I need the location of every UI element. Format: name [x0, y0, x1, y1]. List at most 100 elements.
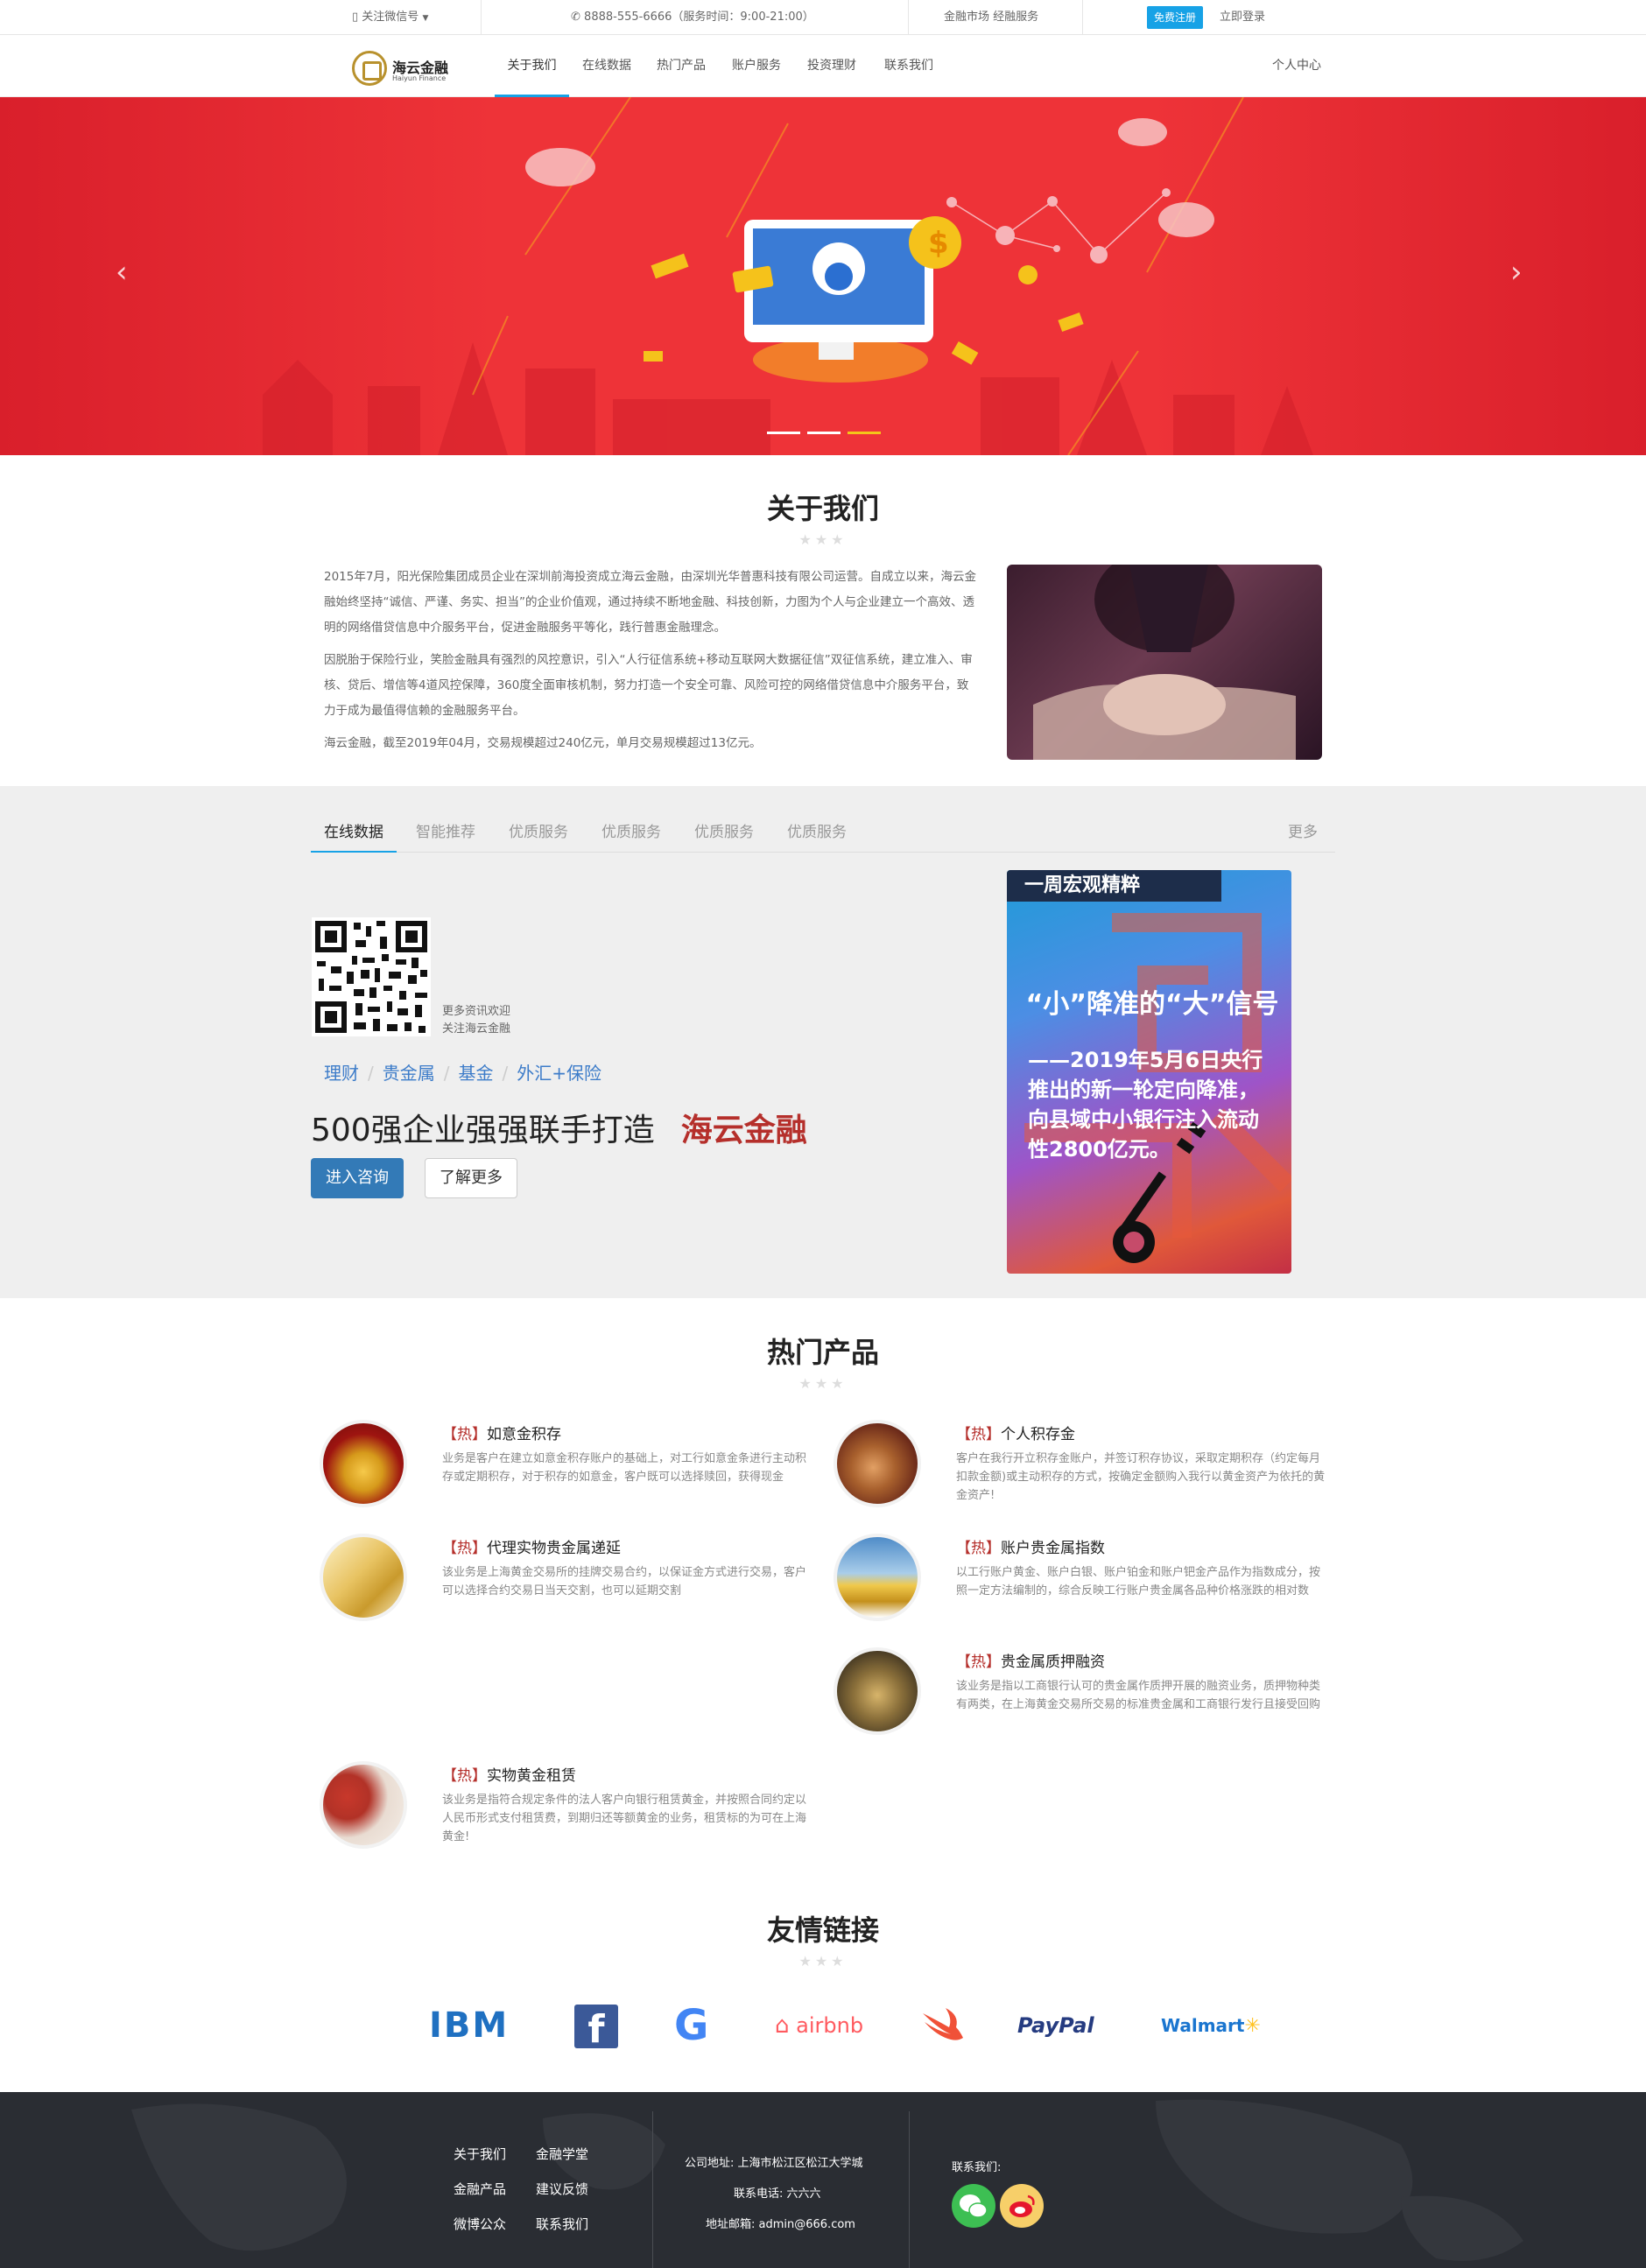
tab-service-2[interactable]: 优质服务: [601, 812, 661, 853]
product-title: 账户贵金属指数: [1001, 1540, 1105, 1557]
hot-label: 【热】: [956, 1426, 1001, 1443]
coin-stacks-thumb: [834, 1534, 921, 1621]
phone-info: ✆ 8888-555-6666（服务时间：9:00-21:00）: [571, 0, 814, 35]
consult-button[interactable]: 进入咨询: [311, 1158, 404, 1198]
site-footer: 关于我们 金融学堂 金融产品 建议反馈 微博公众 联系我们 公司地址: 上海市松…: [0, 2092, 1646, 2268]
carousel-dot-2[interactable]: [807, 432, 841, 434]
slogan-brand: 海云金融: [680, 1113, 807, 1148]
user-center-link[interactable]: 个人中心: [1272, 35, 1321, 97]
walmart-logo[interactable]: Walmart✳: [1161, 2001, 1261, 2050]
tag-forex-insurance[interactable]: 外汇+保险: [517, 1063, 601, 1084]
tag-fund[interactable]: 基金: [459, 1063, 494, 1084]
partner-logos: IBM f G ⌂ airbnb PayPal Walmart✳: [429, 2001, 1261, 2052]
main-nav: 海云金融 Haiyun Finance 关于我们 在线数据 热门产品 账户服务 …: [0, 35, 1646, 97]
carousel-prev-button[interactable]: ‹: [116, 255, 128, 290]
category-tags: 理财 / 贵金属 / 基金 / 外汇+保险: [324, 1063, 602, 1084]
more-link[interactable]: 更多: [1288, 812, 1318, 853]
handshake-image: [1007, 565, 1322, 760]
phone-text: 8888-555-6666（服务时间：9:00-21:00）: [584, 11, 814, 24]
footer-contact-label: 联系我们:: [952, 2161, 1002, 2174]
product-item[interactable]: 【热】账户贵金属指数 以工行账户黄金、账户白银、账户铂金和账户钯金产品作为指数成…: [834, 1534, 1350, 1630]
tag-precious-metal[interactable]: 贵金属: [383, 1063, 435, 1084]
brand-logo[interactable]: 海云金融 Haiyun Finance: [352, 51, 448, 86]
carousel-next-button[interactable]: ›: [1510, 255, 1523, 290]
nav-item-products[interactable]: 热门产品: [657, 35, 706, 97]
slogan: 500强企业强强联手打造 海云金融: [311, 1105, 807, 1150]
product-desc: 该业务是指以工商银行认可的贵金属作质押开展的融资业务，质押物种类有两类，在上海黄…: [956, 1680, 1321, 1711]
product-item[interactable]: 【热】实物黄金租赁 该业务是指符合规定条件的法人客户向银行租赁黄金，并按照合同约…: [320, 1761, 836, 1857]
facebook-logo[interactable]: f: [574, 2005, 618, 2052]
product-name: 【热】个人积存金: [956, 1422, 1075, 1443]
learn-more-button[interactable]: 了解更多: [425, 1158, 517, 1198]
follow-wechat[interactable]: ▯ 关注微信号 ▼: [352, 0, 428, 35]
chevron-left-icon: ‹: [116, 255, 128, 290]
products-stars: ★★★: [798, 1375, 848, 1392]
product-title: 实物黄金租赁: [487, 1767, 576, 1785]
product-name: 【热】实物黄金租赁: [442, 1763, 576, 1785]
poster-quote: “小”降准的“大”信号: [1025, 989, 1279, 1020]
footer-link-products[interactable]: 金融产品: [454, 2180, 506, 2198]
product-name: 【热】如意金积存: [442, 1422, 561, 1443]
login-link[interactable]: 立即登录: [1220, 0, 1265, 35]
market-link[interactable]: 金融市场 经融服务: [944, 0, 1038, 35]
tab-online-data[interactable]: 在线数据: [311, 812, 397, 853]
hero-illustration: $: [263, 97, 1313, 455]
product-desc: 该业务是上海黄金交易所的挂牌交易合约，以保证金方式进行交易，客户可以选择合约交易…: [442, 1566, 807, 1597]
logo-icon: [352, 51, 387, 86]
piggy-bank-thumb: [834, 1420, 921, 1507]
carousel-dot-1[interactable]: [767, 432, 800, 434]
about-stars: ★★★: [798, 531, 848, 548]
tab-service-3[interactable]: 优质服务: [694, 812, 754, 853]
hot-label: 【热】: [442, 1540, 487, 1557]
nav-item-online-data[interactable]: 在线数据: [582, 35, 631, 97]
nav-item-about[interactable]: 关于我们: [495, 35, 569, 97]
tab-smart-recommend[interactable]: 智能推荐: [416, 812, 475, 853]
chevron-right-icon: ›: [1510, 255, 1523, 290]
qr-caption-line: 更多资讯欢迎: [442, 1005, 511, 1018]
tag-wealth[interactable]: 理财: [324, 1063, 359, 1084]
hot-label: 【热】: [442, 1767, 487, 1785]
footer-link-contact[interactable]: 联系我们: [536, 2215, 588, 2233]
slogan-text: 500强企业强强联手打造: [311, 1113, 655, 1148]
macro-weekly-poster[interactable]: 一周宏观精粹 “小”降准的“大”信号 ——2019年5月6日央行推出的新一轮定向…: [1007, 870, 1291, 1274]
mobile-icon: ▯: [352, 11, 359, 24]
footer-email: 地址邮箱: admin@666.com: [706, 2218, 855, 2231]
product-item[interactable]: 【热】贵金属质押融资 该业务是指以工商银行认可的贵金属作质押开展的融资业务，质押…: [834, 1647, 1350, 1744]
about-paragraph: 因脱胎于保险行业，笑脸金融具有强烈的风控意识，引入“人行征信系统+移动互联网大数…: [324, 653, 973, 718]
product-title: 如意金积存: [487, 1426, 561, 1443]
top-bar: ▯ 关注微信号 ▼ ✆ 8888-555-6666（服务时间：9:00-21:0…: [0, 0, 1646, 35]
airbnb-logo[interactable]: ⌂ airbnb: [775, 2001, 863, 2050]
google-logo[interactable]: G: [674, 2001, 708, 2050]
wechat-icon[interactable]: [952, 2184, 995, 2228]
tab-service-4[interactable]: 优质服务: [787, 812, 847, 853]
carousel-dot-3[interactable]: [848, 432, 881, 434]
footer-link-academy[interactable]: 金融学堂: [536, 2145, 588, 2163]
nav-item-account[interactable]: 账户服务: [732, 35, 781, 97]
product-desc: 业务是客户在建立如意金积存账户的基础上，对工行如意金条进行主动积存或定期积存，对…: [442, 1452, 807, 1484]
about-title: 关于我们: [766, 492, 879, 525]
footer-link-about[interactable]: 关于我们: [454, 2145, 506, 2163]
products-title: 热门产品: [766, 1336, 879, 1369]
footer-link-feedback[interactable]: 建议反馈: [536, 2180, 588, 2198]
caret-down-icon: ▼: [422, 14, 429, 23]
footer-link-weibo[interactable]: 微博公众: [454, 2215, 506, 2233]
about-text: 2015年7月，阳光保险集团成员企业在深圳前海投资成立海云金融，由深圳光华普惠科…: [324, 565, 979, 763]
svg-text:$: $: [928, 226, 949, 261]
register-button[interactable]: 免费注册: [1147, 6, 1204, 29]
nav-item-contact[interactable]: 联系我们: [884, 35, 933, 97]
product-name: 【热】贵金属质押融资: [956, 1649, 1105, 1671]
product-item[interactable]: 【热】个人积存金 客户在我行开立积存金账户，并签订积存协议，采取定期积存（约定每…: [834, 1420, 1350, 1516]
ibm-logo[interactable]: IBM: [429, 2001, 509, 2050]
nav-item-invest[interactable]: 投资理财: [807, 35, 856, 97]
product-item[interactable]: 【热】如意金积存 业务是客户在建立如意金积存账户的基础上，对工行如意金条进行主动…: [320, 1420, 836, 1516]
paypal-logo[interactable]: PayPal: [1017, 2001, 1094, 2050]
tab-service-1[interactable]: 优质服务: [509, 812, 568, 853]
weibo-icon[interactable]: [1000, 2184, 1044, 2228]
gold-pledge-thumb: [834, 1647, 921, 1735]
airbnb-text: airbnb: [796, 2013, 864, 2038]
swift-logo[interactable]: [918, 2001, 967, 2050]
walmart-text: Walmart: [1161, 2015, 1245, 2036]
data-tabs: 在线数据 智能推荐 优质服务 优质服务 优质服务 优质服务 更多: [311, 812, 1335, 853]
product-item[interactable]: 【热】代理实物贵金属递延 该业务是上海黄金交易所的挂牌交易合约，以保证金方式进行…: [320, 1534, 836, 1630]
world-map-bg: [131, 2099, 1523, 2261]
